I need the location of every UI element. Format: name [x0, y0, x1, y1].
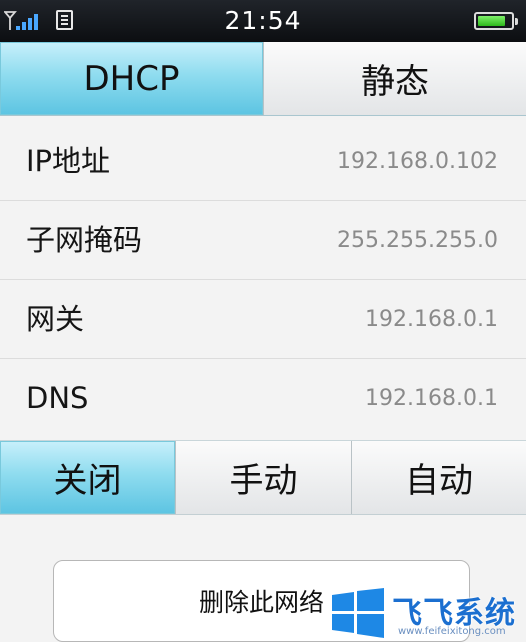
- tab-manual[interactable]: 手动: [175, 441, 351, 514]
- row-ip-address: IP地址 192.168.0.102: [0, 122, 526, 201]
- gateway-label: 网关: [26, 302, 85, 336]
- status-bar: 21:54: [0, 0, 526, 42]
- ip-address-label: IP地址: [26, 144, 111, 178]
- tab-off[interactable]: 关闭: [0, 441, 175, 514]
- battery-level: [478, 16, 505, 26]
- proxy-mode-tabs: 关闭 手动 自动: [0, 440, 526, 515]
- tab-static[interactable]: 静态: [263, 42, 526, 115]
- ip-mode-tabs: DHCP 静态: [0, 42, 526, 116]
- row-gateway: 网关 192.168.0.1: [0, 280, 526, 359]
- battery-icon: [474, 12, 518, 30]
- dns-label: DNS: [26, 381, 89, 415]
- ip-address-value: 192.168.0.102: [337, 149, 498, 174]
- delete-network-label: 删除此网络: [198, 588, 324, 617]
- row-dns: DNS 192.168.0.1: [0, 359, 526, 438]
- tab-dhcp[interactable]: DHCP: [0, 42, 263, 115]
- watermark-url: www.feifeixitong.com: [398, 626, 506, 637]
- tab-auto[interactable]: 自动: [351, 441, 526, 514]
- dns-value: 192.168.0.1: [365, 386, 498, 411]
- clock: 21:54: [224, 6, 302, 35]
- subnet-mask-label: 子网掩码: [26, 223, 143, 257]
- row-subnet-mask: 子网掩码 255.255.255.0: [0, 201, 526, 280]
- windows-logo-icon: [332, 588, 384, 638]
- gateway-value: 192.168.0.1: [365, 307, 498, 332]
- subnet-mask-value: 255.255.255.0: [337, 228, 498, 253]
